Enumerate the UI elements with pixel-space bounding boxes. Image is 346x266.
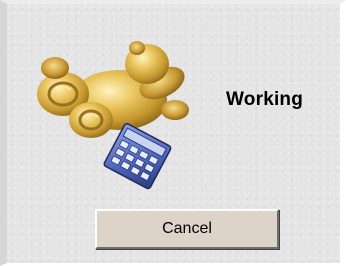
status-text: Working (226, 89, 304, 110)
progress-dialog: Working Cancel (0, 0, 346, 266)
cancel-button[interactable]: Cancel (95, 209, 279, 249)
calculator-icon (103, 123, 172, 190)
working-graphic (27, 38, 197, 190)
